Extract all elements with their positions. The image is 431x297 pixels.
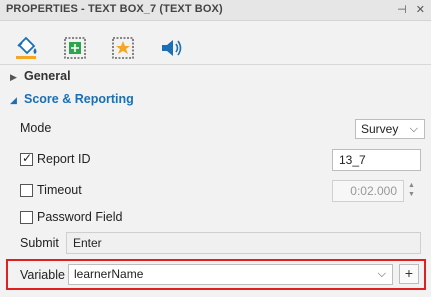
size-tab[interactable]	[62, 35, 88, 61]
audio-tab[interactable]	[158, 35, 184, 61]
password-field-label: Password Field	[37, 210, 123, 224]
variable-select[interactable]: learnerName ⌵	[68, 264, 393, 285]
chevron-down-icon: ⌵	[409, 123, 418, 135]
tabs-divider	[0, 64, 431, 65]
submit-label: Submit	[20, 236, 59, 250]
panel-titlebar: PROPERTIES - TEXT BOX_7 (TEXT BOX) ⊣ ✕	[0, 0, 431, 21]
star-icon	[112, 37, 134, 59]
property-tabs	[0, 21, 431, 65]
report-id-label: Report ID	[37, 152, 91, 166]
add-variable-button[interactable]: +	[399, 264, 419, 284]
fill-tab[interactable]	[14, 35, 40, 61]
close-icon[interactable]: ✕	[416, 4, 425, 16]
report-id-input[interactable]: 13_7	[332, 149, 421, 171]
titlebar-controls: ⊣ ✕	[391, 3, 425, 16]
timeout-label: Timeout	[37, 183, 82, 197]
paint-bucket-icon	[16, 36, 37, 59]
section-score-reporting[interactable]: ◢ Score & Reporting	[10, 92, 134, 106]
mode-value: Survey	[361, 122, 399, 136]
spin-down-icon[interactable]: ▼	[408, 190, 415, 199]
variable-value: learnerName	[74, 267, 144, 281]
report-id-checkbox[interactable]	[20, 151, 33, 166]
timeout-input[interactable]: 0:02.000	[332, 180, 404, 202]
timeout-spinner[interactable]: ▲ ▼	[408, 181, 415, 199]
panel-title: PROPERTIES - TEXT BOX_7 (TEXT BOX)	[6, 3, 223, 15]
chevron-down-icon: ⌵	[377, 268, 386, 280]
speaker-icon	[162, 40, 182, 56]
spin-up-icon[interactable]: ▲	[408, 181, 415, 190]
chevron-down-icon: ◢	[10, 95, 17, 105]
chevron-right-icon: ▶	[10, 72, 17, 82]
section-score-label: Score & Reporting	[24, 92, 134, 106]
submit-input[interactable]: Enter	[66, 232, 421, 254]
star-tab[interactable]	[110, 35, 136, 61]
section-general-label: General	[24, 69, 71, 83]
resize-icon	[64, 37, 86, 59]
timeout-checkbox[interactable]	[20, 184, 33, 197]
pin-icon[interactable]: ⊣	[397, 4, 407, 16]
mode-select[interactable]: Survey ⌵	[355, 119, 425, 139]
variable-label: Variable	[20, 268, 65, 282]
password-field-checkbox[interactable]	[20, 211, 33, 224]
section-general[interactable]: ▶ General	[10, 69, 71, 83]
mode-label: Mode	[20, 121, 52, 135]
